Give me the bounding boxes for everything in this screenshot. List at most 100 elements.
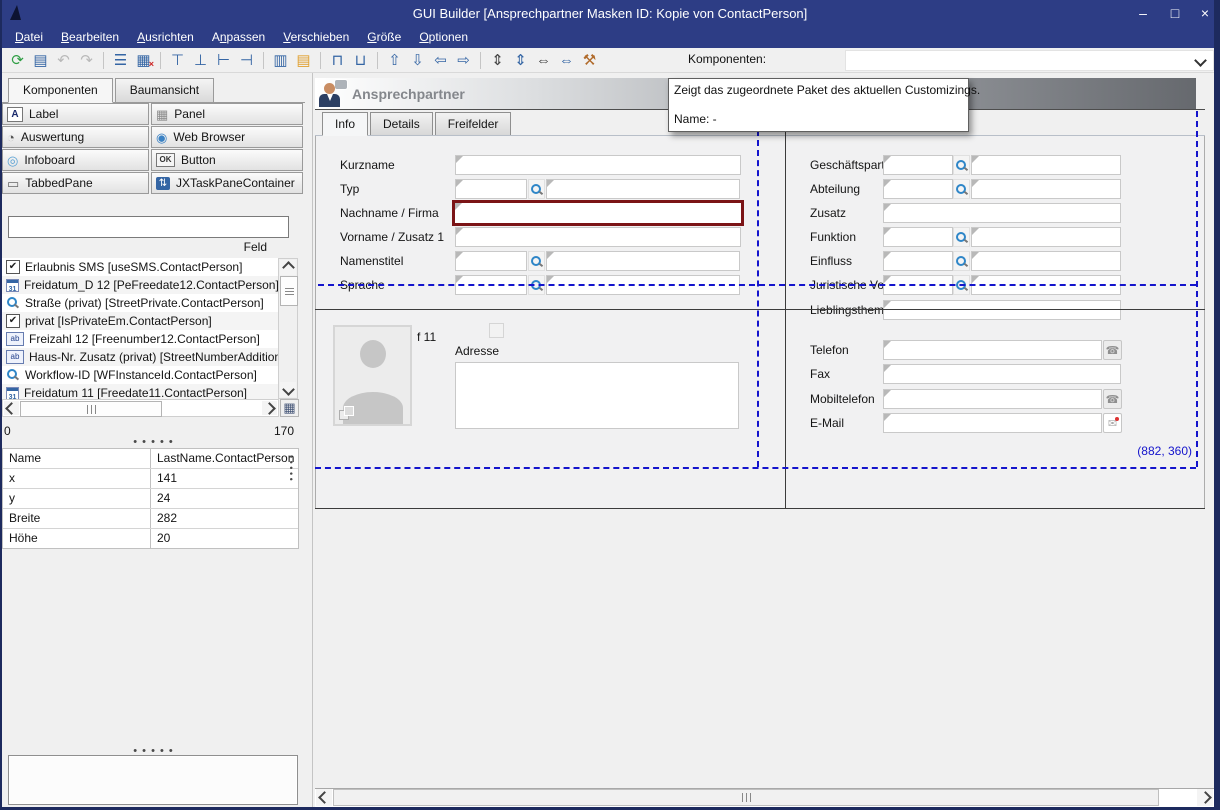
property-value[interactable]: 282 xyxy=(151,509,177,528)
selected-field-outline[interactable] xyxy=(452,200,744,226)
same-width-icon[interactable]: ⇔ xyxy=(533,50,554,70)
form-input[interactable] xyxy=(455,251,527,271)
customize-icon[interactable]: ⚒ xyxy=(579,50,600,70)
form-input[interactable] xyxy=(455,179,527,199)
field-list-vscrollbar[interactable] xyxy=(278,258,298,399)
palette-infoboard-component[interactable]: ◎Infoboard xyxy=(2,149,149,171)
maximize-button[interactable]: □ xyxy=(1160,0,1190,27)
move-right-icon[interactable]: ⇨ xyxy=(453,50,474,70)
tab-freifelder[interactable]: Freifelder xyxy=(435,112,512,136)
scroll-right-button[interactable] xyxy=(1197,789,1213,806)
menu-datei[interactable]: Datei xyxy=(6,27,52,48)
property-value[interactable]: 24 xyxy=(151,489,170,508)
field-list-item[interactable]: abFreizahl 12 [Freenumber12.ContactPerso… xyxy=(2,330,278,348)
phone-button[interactable]: ☎ xyxy=(1103,389,1122,409)
form-input[interactable] xyxy=(883,389,1102,409)
tab-details[interactable]: Details xyxy=(370,112,433,136)
grow-width-icon[interactable]: ⇔ xyxy=(556,50,577,70)
move-down-icon[interactable]: ⇩ xyxy=(407,50,428,70)
menu-bearbeiten[interactable]: Bearbeiten xyxy=(52,27,128,48)
form-input[interactable] xyxy=(883,155,953,175)
form-input[interactable] xyxy=(883,251,953,271)
align-top-icon[interactable]: ⊤ xyxy=(167,50,188,70)
field-list-item[interactable]: 31Freidatum 11 [Freedate11.ContactPerson… xyxy=(2,384,278,399)
lookup-button[interactable] xyxy=(528,179,545,199)
scroll-left-button[interactable] xyxy=(316,789,332,806)
palette-label-component[interactable]: ALabel xyxy=(2,103,149,125)
palette-web-browser-component[interactable]: ◉Web Browser xyxy=(151,126,303,148)
redo-icon[interactable]: ↷ xyxy=(76,50,97,70)
align-bottom-icon[interactable]: ⊥ xyxy=(190,50,211,70)
group-width-icon[interactable]: ⊓ xyxy=(327,50,348,70)
form-input[interactable] xyxy=(455,227,741,247)
move-left-icon[interactable]: ⇦ xyxy=(430,50,451,70)
lookup-button[interactable] xyxy=(953,227,970,247)
field-list-item[interactable]: ✔Erlaubnis SMS [useSMS.ContactPerson] xyxy=(2,258,278,276)
grow-height-icon[interactable]: ⇕ xyxy=(510,50,531,70)
field-list-item[interactable]: ✔privat [IsPrivateEm.ContactPerson] xyxy=(2,312,278,330)
scroll-right-button[interactable] xyxy=(262,401,277,415)
hscroll-thumb[interactable] xyxy=(20,401,162,417)
distribute-rows-icon[interactable]: ▤ xyxy=(293,50,314,70)
phone-button[interactable]: ☎ xyxy=(1103,340,1122,360)
lookup-button[interactable] xyxy=(528,251,545,271)
scroll-down-button[interactable] xyxy=(280,382,296,397)
form-input[interactable] xyxy=(883,340,1102,360)
panel-splitter-handle[interactable] xyxy=(285,455,299,495)
refresh-icon[interactable]: ⟳ xyxy=(7,50,28,70)
field-list-hscrollbar[interactable] xyxy=(2,399,279,417)
splitter-handle[interactable] xyxy=(2,436,305,448)
tab-info[interactable]: Info xyxy=(322,112,368,136)
tab-komponenten[interactable]: Komponenten xyxy=(8,78,113,103)
field-list-item[interactable]: 31Freidatum_D 12 [PeFreedate12.ContactPe… xyxy=(2,276,278,294)
form-input[interactable] xyxy=(883,179,953,199)
tab-baumansicht[interactable]: Baumansicht xyxy=(115,78,214,103)
minimize-button[interactable]: – xyxy=(1128,0,1158,27)
hscroll-thumb[interactable] xyxy=(333,789,1159,806)
align-left-icon[interactable]: ⊢ xyxy=(213,50,234,70)
distribute-columns-icon[interactable]: ▥ xyxy=(270,50,291,70)
undo-icon[interactable]: ↶ xyxy=(53,50,74,70)
form-input[interactable] xyxy=(971,179,1121,199)
form-input[interactable] xyxy=(546,251,740,271)
photo-placeholder[interactable] xyxy=(333,325,412,426)
same-height-icon[interactable]: ⇕ xyxy=(487,50,508,70)
palette-panel-component[interactable]: ▦Panel xyxy=(151,103,303,125)
form-input[interactable] xyxy=(883,203,1121,223)
menu-gr-e[interactable]: Größe xyxy=(358,27,410,48)
menu-optionen[interactable]: Optionen xyxy=(410,27,477,48)
z-order-icon[interactable]: ☰ xyxy=(110,50,131,70)
form-input[interactable] xyxy=(546,179,740,199)
palette-jxtaskpane-component[interactable]: ⇅JXTaskPaneContainer xyxy=(151,172,303,194)
palette-button-component[interactable]: OKButton xyxy=(151,149,303,171)
adresse-textarea[interactable] xyxy=(455,362,739,429)
lookup-button[interactable] xyxy=(953,179,970,199)
form-input[interactable] xyxy=(883,413,1102,433)
lookup-button[interactable] xyxy=(953,155,970,175)
field-grid-button[interactable]: ▦ xyxy=(280,399,299,417)
form-input[interactable] xyxy=(455,155,741,175)
menu-ausrichten[interactable]: Ausrichten xyxy=(128,27,203,48)
scroll-up-button[interactable] xyxy=(280,260,296,275)
vscroll-thumb[interactable] xyxy=(280,276,298,306)
field-list-item[interactable]: Workflow-ID [WFInstanceId.ContactPerson] xyxy=(2,366,278,384)
mail-button[interactable]: ✉ xyxy=(1103,413,1122,433)
field-search-input[interactable] xyxy=(8,216,289,238)
group-height-icon[interactable]: ⊔ xyxy=(350,50,371,70)
field-list-item[interactable]: abHaus-Nr. Zusatz (privat) [StreetNumber… xyxy=(2,348,278,366)
form-input[interactable] xyxy=(883,227,953,247)
lookup-button[interactable] xyxy=(953,251,970,271)
palette-auswertung-component[interactable]: ◔Auswertung xyxy=(2,126,149,148)
address-checkbox[interactable] xyxy=(489,323,504,338)
save-icon[interactable]: ▤ xyxy=(30,50,51,70)
menu-anpassen[interactable]: Anpassen xyxy=(203,27,274,48)
palette-tabbedpane-component[interactable]: ▭TabbedPane xyxy=(2,172,149,194)
form-input[interactable] xyxy=(883,300,1121,320)
property-value[interactable]: 141 xyxy=(151,469,177,488)
komponenten-combobox[interactable] xyxy=(845,50,1214,71)
menu-verschieben[interactable]: Verschieben xyxy=(274,27,358,48)
form-input[interactable] xyxy=(971,251,1121,271)
move-up-icon[interactable]: ⇧ xyxy=(384,50,405,70)
form-input[interactable] xyxy=(971,227,1121,247)
delete-mask-icon[interactable]: ▦× xyxy=(133,50,154,70)
